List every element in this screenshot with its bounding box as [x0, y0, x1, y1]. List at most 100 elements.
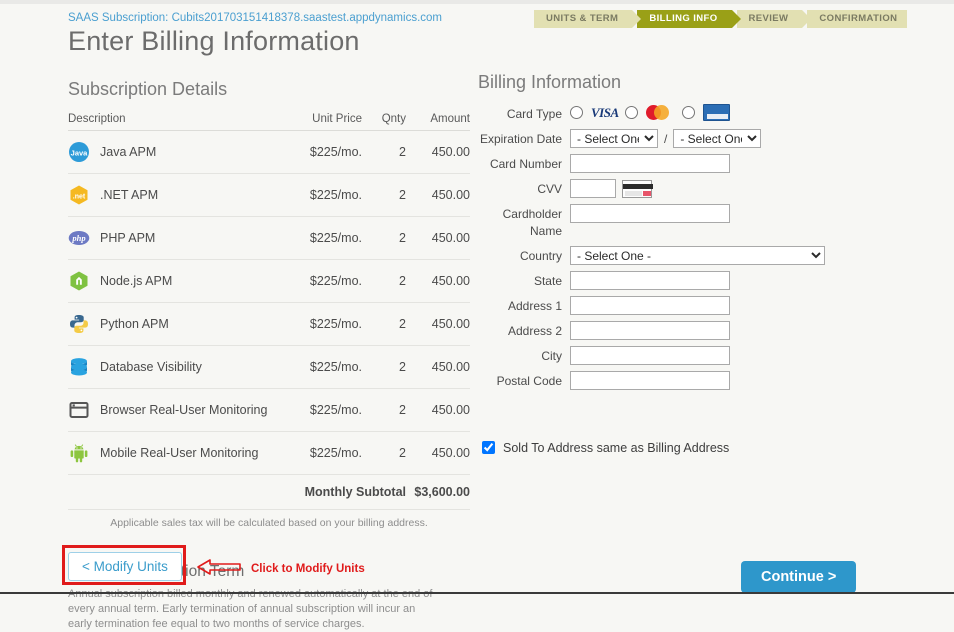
address1-input[interactable]	[570, 296, 730, 315]
item-description: Mobile Real-User Monitoring	[100, 446, 259, 460]
svg-text:.net: .net	[73, 194, 86, 201]
item-amount: 450.00	[406, 130, 470, 174]
step-units-term[interactable]: UNITS & TERM	[534, 10, 642, 28]
sold-to-address-row: Sold To Address same as Billing Address	[478, 438, 878, 457]
saas-subscription-label: SAAS Subscription:	[68, 12, 169, 24]
item-qnty: 2	[362, 173, 406, 217]
amex-logo	[702, 104, 730, 121]
cardholder-name-input[interactable]	[570, 204, 730, 223]
table-header-row: Description Unit Price Qnty Amount	[68, 110, 470, 131]
page-title: Enter Billing Information	[68, 26, 360, 56]
saas-subscription-line: SAAS Subscription: Cubits201703151418378…	[68, 12, 470, 24]
item-amount: 450.00	[406, 345, 470, 389]
subtotal-label: Monthly Subtotal	[68, 474, 406, 510]
annotation-text: Click to Modify Units	[251, 562, 365, 575]
cvv-input[interactable]	[570, 179, 616, 198]
annotation-arrow-icon	[196, 556, 242, 581]
mastercard-logo	[645, 104, 676, 121]
item-unit-price: $225/mo.	[278, 216, 362, 260]
item-unit-price: $225/mo.	[278, 431, 362, 475]
item-description: .NET APM	[100, 188, 159, 202]
item-unit-price: $225/mo.	[278, 259, 362, 303]
item-qnty: 2	[362, 130, 406, 174]
page-root: UNITS & TERM BILLING INFO REVIEW CONFIRM…	[0, 4, 954, 630]
billing-information-panel: Billing Information Card Type VISA Expir…	[478, 72, 878, 457]
cardholder-name-row: Cardholder Name	[478, 204, 878, 240]
step-review[interactable]: REVIEW	[736, 10, 812, 28]
address2-row: Address 2	[478, 321, 878, 340]
item-qnty: 2	[362, 216, 406, 260]
item-amount: 450.00	[406, 388, 470, 432]
item-amount: 450.00	[406, 173, 470, 217]
state-input[interactable]	[570, 271, 730, 290]
state-row: State	[478, 271, 878, 290]
database-icon	[68, 356, 90, 378]
nodejs-icon	[68, 270, 90, 292]
card-number-input[interactable]	[570, 154, 730, 173]
svg-text:php: php	[71, 233, 85, 243]
column-header-description: Description	[68, 110, 278, 131]
step-label: UNITS & TERM	[546, 13, 619, 24]
subtotal-row: Monthly Subtotal $3,600.00	[68, 474, 470, 510]
card-type-radio-amex[interactable]	[681, 106, 695, 119]
card-number-label: Card Number	[489, 157, 562, 171]
table-row: Browser Real-User Monitoring $225/mo. 2 …	[68, 388, 470, 432]
country-label: Country	[519, 249, 562, 263]
step-label: BILLING INFO	[649, 13, 718, 24]
billing-information-title: Billing Information	[478, 72, 622, 92]
item-qnty: 2	[362, 388, 406, 432]
column-header-unit-price: Unit Price	[278, 110, 362, 131]
city-input[interactable]	[570, 346, 730, 365]
card-type-radio-visa[interactable]	[570, 106, 583, 119]
item-description: Browser Real-User Monitoring	[100, 403, 268, 417]
item-qnty: 2	[362, 431, 406, 475]
postal-code-input[interactable]	[570, 371, 730, 390]
city-label: City	[541, 349, 562, 363]
column-header-amount: Amount	[406, 110, 470, 131]
step-label: CONFIRMATION	[819, 13, 898, 24]
step-billing-info[interactable]: BILLING INFO	[637, 10, 741, 28]
item-unit-price: $225/mo.	[278, 173, 362, 217]
cardholder-name-label: Cardholder Name	[502, 207, 562, 238]
expiration-date-label: Expiration Date	[479, 132, 562, 146]
table-row: Database Visibility $225/mo. 2 450.00	[68, 345, 470, 389]
item-description: PHP APM	[100, 231, 156, 245]
left-column: SAAS Subscription: Cubits201703151418378…	[68, 12, 470, 632]
step-label: REVIEW	[748, 13, 789, 24]
item-amount: 450.00	[406, 431, 470, 475]
expiration-separator: /	[664, 131, 668, 146]
address1-row: Address 1	[478, 296, 878, 315]
column-header-qnty: Qnty	[362, 110, 406, 131]
item-qnty: 2	[362, 345, 406, 389]
expiration-year-select[interactable]: - Select One -	[673, 129, 762, 148]
card-type-radio-mastercard[interactable]	[624, 106, 638, 119]
item-unit-price: $225/mo.	[278, 130, 362, 174]
python-icon	[68, 313, 90, 335]
expiration-month-select[interactable]: - Select One -	[570, 129, 658, 148]
progress-breadcrumb: UNITS & TERM BILLING INFO REVIEW CONFIRM…	[534, 10, 908, 28]
address2-input[interactable]	[570, 321, 730, 340]
item-description: Java APM	[100, 145, 157, 159]
step-confirmation[interactable]: CONFIRMATION	[807, 10, 908, 28]
item-qnty: 2	[362, 302, 406, 346]
sold-to-address-label: Sold To Address same as Billing Address	[503, 440, 730, 455]
php-icon: php	[68, 227, 90, 249]
item-unit-price: $225/mo.	[278, 345, 362, 389]
item-amount: 450.00	[406, 302, 470, 346]
item-description: Python APM	[100, 317, 169, 331]
item-amount: 450.00	[406, 216, 470, 260]
subscription-details-title: Subscription Details	[68, 79, 228, 99]
address2-label: Address 2	[507, 324, 562, 338]
country-row: Country - Select One -	[478, 246, 878, 265]
annotation-callout: Click to Modify Units	[196, 556, 365, 581]
city-row: City	[478, 346, 878, 365]
continue-button[interactable]: Continue >	[741, 561, 857, 593]
subscription-items-table: Description Unit Price Qnty Amount Java …	[68, 110, 470, 510]
modify-units-button[interactable]: < Modify Units	[68, 552, 182, 581]
tax-note: Applicable sales tax will be calculated …	[110, 517, 428, 529]
country-select[interactable]: - Select One -	[570, 246, 825, 265]
sold-to-address-checkbox[interactable]	[482, 441, 495, 454]
state-label: State	[533, 274, 562, 288]
item-description: Node.js APM	[100, 274, 173, 288]
cvv-card-hint-icon	[622, 179, 653, 198]
